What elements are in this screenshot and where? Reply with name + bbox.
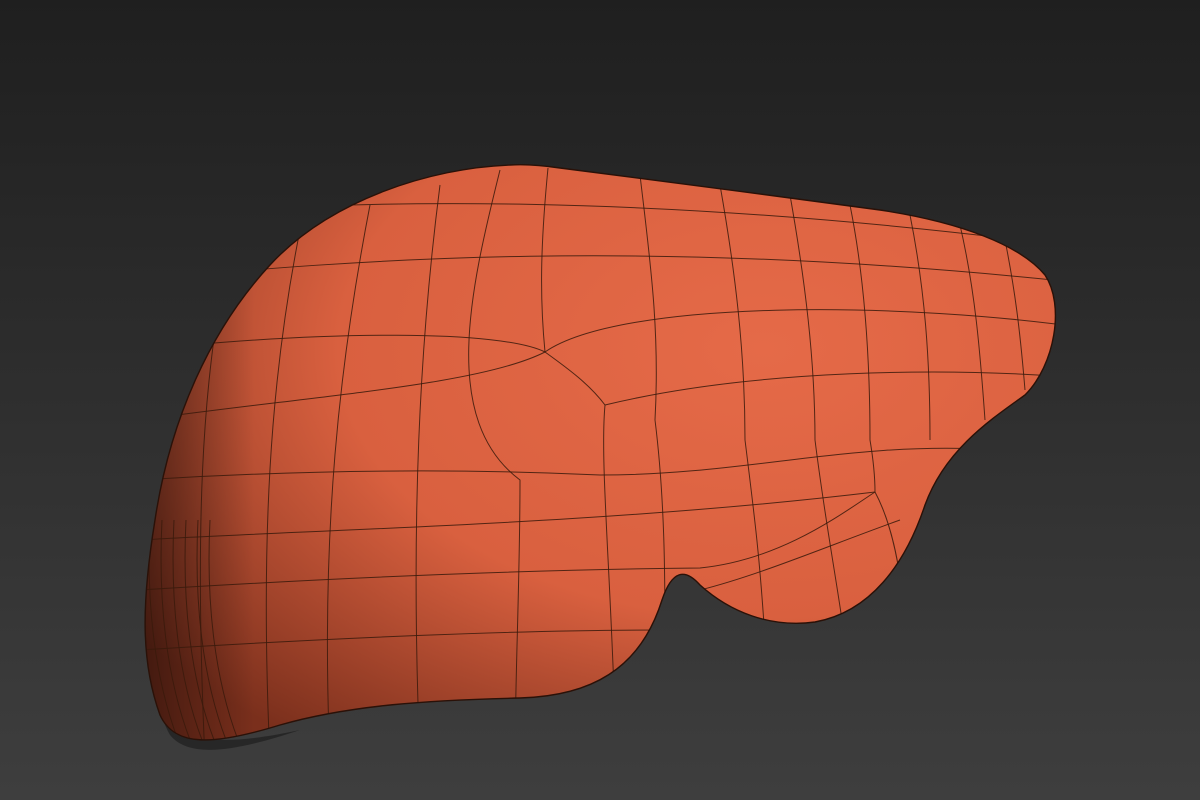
viewport-canvas[interactable] bbox=[0, 0, 1200, 800]
3d-viewport[interactable] bbox=[0, 0, 1200, 800]
